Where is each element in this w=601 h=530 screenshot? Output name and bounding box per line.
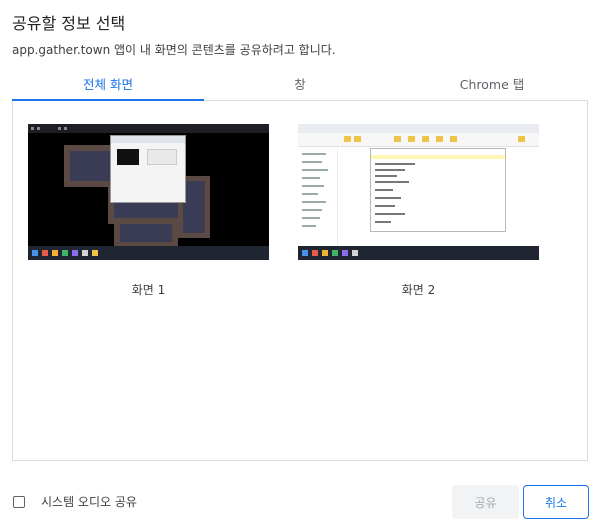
source-tabs: 전체 화면 창 Chrome 탭 xyxy=(12,70,588,101)
dialog-title: 공유할 정보 선택 xyxy=(12,14,126,33)
share-button[interactable]: 공유 xyxy=(452,485,519,519)
audio-checkbox[interactable] xyxy=(13,495,25,508)
dialog-subtitle: app.gather.town 앱이 내 화면의 콘텐츠를 공유하려고 합니다. xyxy=(12,43,336,57)
screen-1-label: 화면 1 xyxy=(131,283,166,297)
screen-list-panel: 화면 1 화면 2 xyxy=(12,101,588,461)
tab-entire-screen[interactable]: 전체 화면 xyxy=(12,70,204,101)
share-system-audio-option[interactable]: 시스템 오디오 공유 xyxy=(13,493,137,510)
screen-2-thumbnail xyxy=(298,124,539,260)
cancel-button[interactable]: 취소 xyxy=(523,485,589,519)
screen-1-thumbnail xyxy=(28,124,269,260)
screen-2-label: 화면 2 xyxy=(401,283,436,297)
screen-option-1[interactable]: 화면 1 xyxy=(28,124,269,298)
tab-window[interactable]: 창 xyxy=(204,70,396,100)
screen-option-2[interactable]: 화면 2 xyxy=(298,124,539,298)
tab-chrome-tab[interactable]: Chrome 탭 xyxy=(396,70,588,100)
audio-label: 시스템 오디오 공유 xyxy=(41,495,137,509)
